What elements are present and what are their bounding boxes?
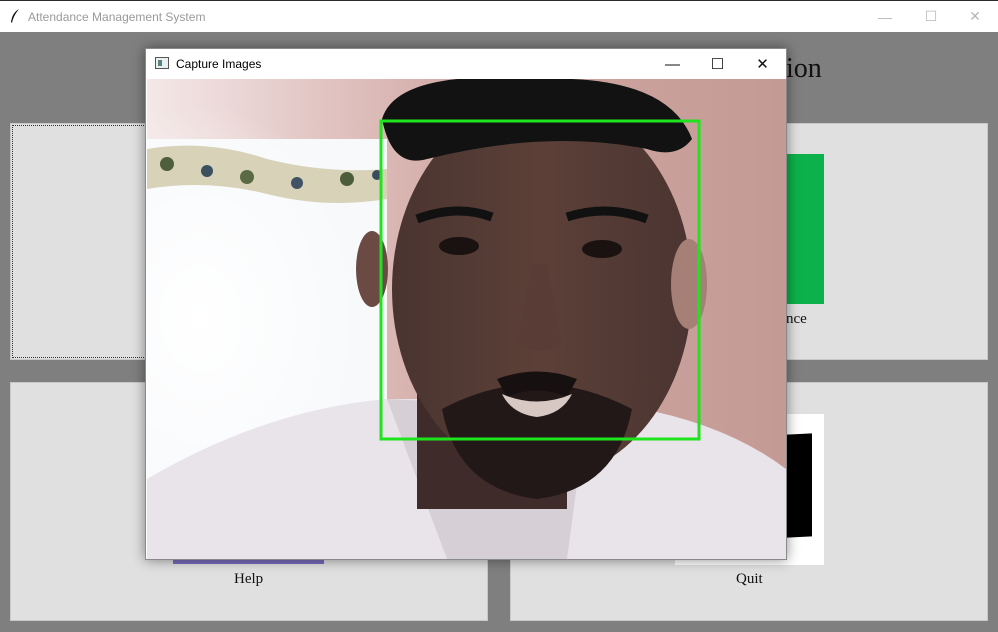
capture-images-window: Capture Images — ☐ ✕ (145, 48, 787, 560)
webcam-feed (147, 79, 786, 559)
attendance-label: nce (786, 311, 807, 327)
feather-icon (11, 9, 19, 23)
quit-label: Quit (736, 571, 763, 587)
capture-titlebar: Capture Images — ☐ ✕ (146, 49, 786, 79)
maximize-icon: ☐ (924, 8, 938, 24)
capture-maximize-button[interactable]: ☐ (695, 49, 740, 79)
capture-window-title: Capture Images (176, 57, 262, 71)
minimize-icon: — (665, 55, 680, 73)
capture-close-button[interactable]: ✕ (740, 49, 785, 79)
minimize-icon: — (878, 8, 892, 25)
close-icon: ✕ (969, 8, 981, 24)
maximize-button[interactable]: ☐ (908, 1, 954, 32)
help-label: Help (234, 571, 264, 587)
attendance-icon[interactable] (785, 154, 824, 304)
minimize-button[interactable]: — (862, 1, 908, 32)
close-icon: ✕ (756, 56, 769, 73)
main-titlebar: Attendance Management System — ☐ ✕ (0, 0, 998, 32)
window-app-icon (155, 57, 169, 69)
close-button[interactable]: ✕ (952, 1, 998, 32)
page-heading: ion (786, 53, 822, 84)
window-title: Attendance Management System (28, 10, 206, 24)
webcam-image (147, 79, 786, 559)
maximize-icon: ☐ (710, 56, 725, 73)
capture-minimize-button[interactable]: — (650, 49, 695, 79)
